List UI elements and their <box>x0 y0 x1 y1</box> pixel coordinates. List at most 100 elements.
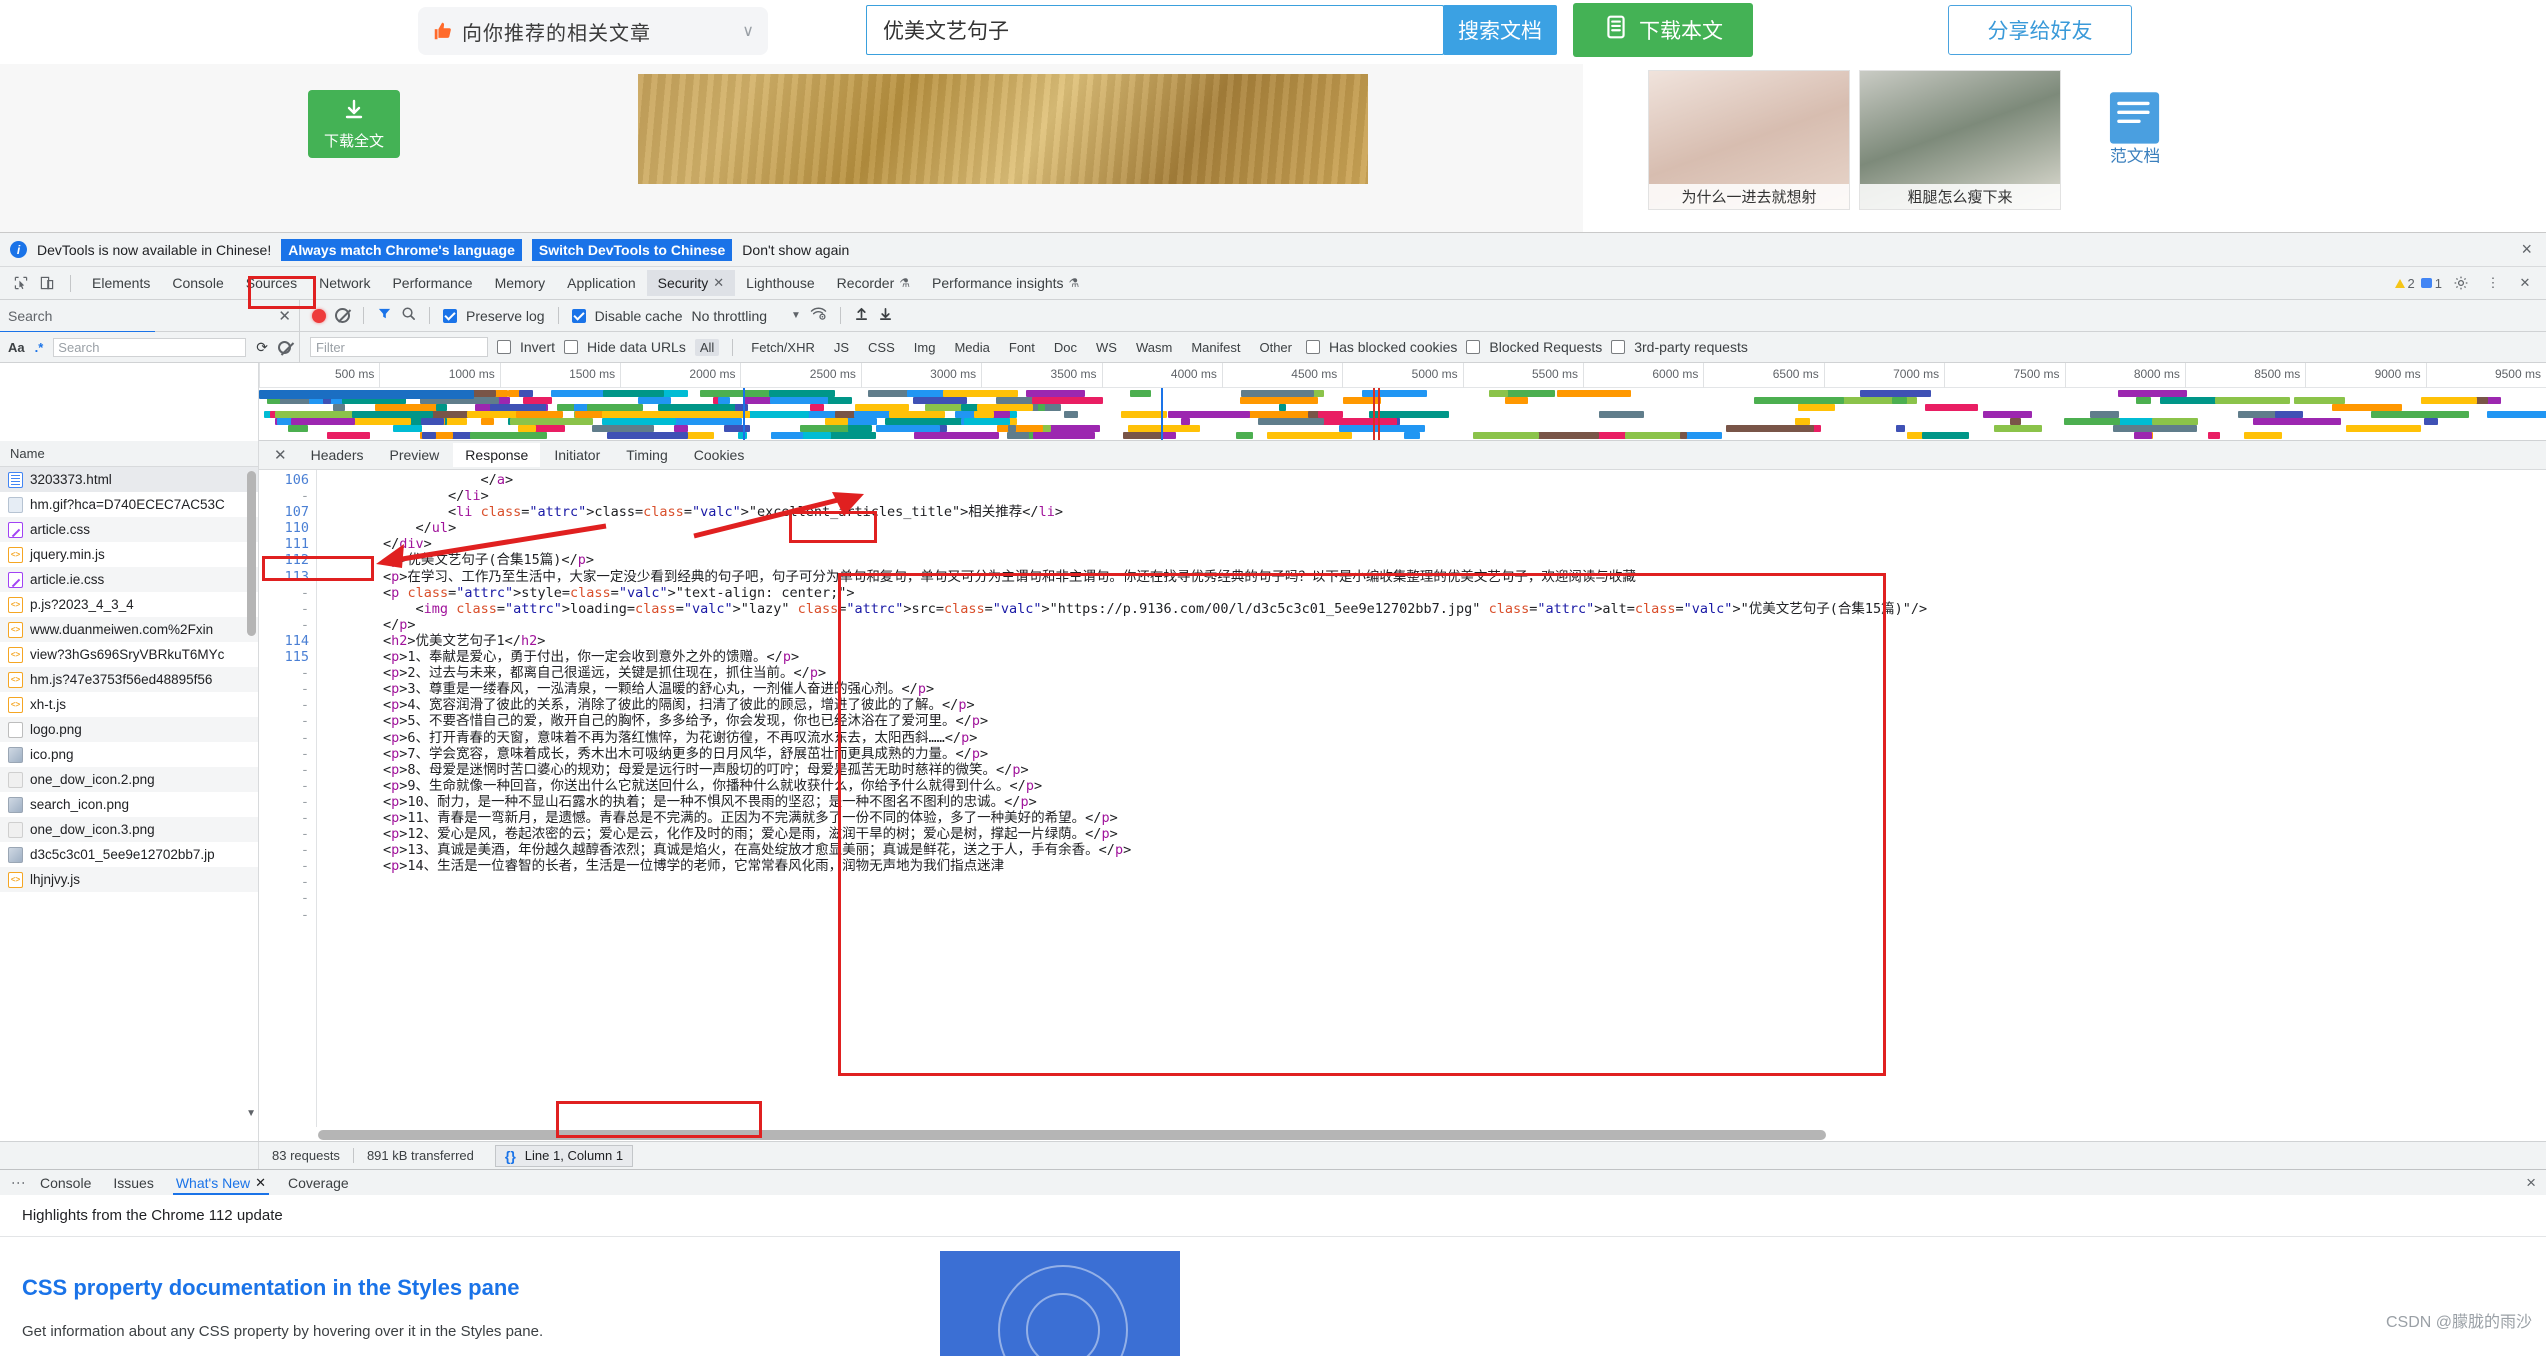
search-pane-close-icon[interactable]: ✕ <box>278 307 291 325</box>
issues-badge[interactable]: 1 <box>2421 276 2442 291</box>
drawer-close-icon[interactable]: × <box>2526 1173 2546 1193</box>
response-source-code[interactable]: </a> </li> <li class="attrc">class=class… <box>318 470 2546 1127</box>
request-row[interactable]: one_dow_icon.3.png <box>0 817 258 842</box>
request-row[interactable]: <>hm.js?47e3753f56ed48895f56 <box>0 667 258 692</box>
request-row[interactable]: hm.gif?hca=D740ECEC7AC53C <box>0 492 258 517</box>
tab-memory[interactable]: Memory <box>484 270 557 296</box>
tab-timing[interactable]: Timing <box>614 443 680 467</box>
has-blocked-cookies-checkbox[interactable] <box>1306 340 1320 354</box>
banner-close-icon[interactable]: × <box>2521 239 2536 260</box>
doc-badge-icon[interactable]: 范文档 <box>2105 90 2173 166</box>
response-body-viewer[interactable]: 106-107110111112113---114115------------… <box>259 470 2546 1127</box>
always-match-language-button[interactable]: Always match Chrome's language <box>281 239 522 261</box>
request-row[interactable]: <>jquery.min.js <box>0 542 258 567</box>
funnel-icon[interactable] <box>377 306 392 325</box>
regex-icon[interactable]: .* <box>35 340 44 355</box>
throttling-select[interactable]: No throttling ▼ <box>692 308 801 324</box>
hide-data-urls-checkbox[interactable] <box>564 340 578 354</box>
tab-lighthouse[interactable]: Lighthouse <box>735 270 826 296</box>
third-party-requests-checkbox[interactable] <box>1611 340 1625 354</box>
filter-type-fetch-xhr[interactable]: Fetch/XHR <box>746 339 820 356</box>
site-search-button[interactable]: 搜索文档 <box>1443 5 1557 55</box>
drawer-tab-whats-new[interactable]: What's New ✕ <box>165 1172 277 1194</box>
match-case-icon[interactable]: Aa <box>8 340 25 355</box>
pretty-print-icon[interactable]: {} <box>505 1148 516 1164</box>
filter-type-media[interactable]: Media <box>949 339 994 356</box>
tab-sources[interactable]: Sources <box>235 270 308 296</box>
filter-input[interactable]: Filter <box>310 337 488 357</box>
import-har-icon[interactable] <box>854 306 869 325</box>
thumbnail-item[interactable]: 为什么一进去就想射 <box>1648 70 1850 210</box>
tab-application[interactable]: Application <box>556 270 647 296</box>
close-icon[interactable]: ✕ <box>713 275 724 291</box>
tab-network[interactable]: Network <box>308 270 381 296</box>
request-row[interactable]: article.ie.css <box>0 567 258 592</box>
tab-console[interactable]: Console <box>161 270 234 296</box>
tab-elements[interactable]: Elements <box>81 270 161 296</box>
invert-checkbox[interactable] <box>497 340 511 354</box>
disable-cache-checkbox[interactable] <box>572 309 586 323</box>
request-row[interactable]: one_dow_icon.2.png <box>0 767 258 792</box>
filter-type-doc[interactable]: Doc <box>1049 339 1082 356</box>
inspect-cursor-icon[interactable] <box>8 271 34 295</box>
clear-search-icon[interactable] <box>278 341 291 354</box>
tab-security[interactable]: Security ✕ <box>647 270 735 296</box>
scrollbar-thumb[interactable] <box>318 1130 1826 1140</box>
filter-type-wasm[interactable]: Wasm <box>1131 339 1177 356</box>
share-button[interactable]: 分享给好友 <box>1948 5 2132 55</box>
request-row[interactable]: <>lhjnjvy.js <box>0 867 258 892</box>
close-icon[interactable]: ✕ <box>2512 271 2538 295</box>
tab-headers[interactable]: Headers <box>299 443 376 467</box>
horizontal-scrollbar[interactable] <box>318 1130 2536 1140</box>
search-icon[interactable] <box>401 306 416 325</box>
switch-to-chinese-button[interactable]: Switch DevTools to Chinese <box>532 239 732 261</box>
drawer-tab-coverage[interactable]: Coverage <box>277 1172 360 1194</box>
warnings-badge[interactable]: 2 <box>2395 276 2415 291</box>
whats-new-heading[interactable]: CSS property documentation in the Styles… <box>22 1275 2546 1301</box>
detail-close-icon[interactable]: ✕ <box>264 446 297 464</box>
filter-type-img[interactable]: Img <box>909 339 941 356</box>
drawer-tab-console[interactable]: Console <box>29 1172 102 1194</box>
drawer-tab-issues[interactable]: Issues <box>102 1172 164 1194</box>
tab-initiator[interactable]: Initiator <box>542 443 612 467</box>
request-row[interactable]: <>xh-t.js <box>0 692 258 717</box>
download-full-button[interactable]: 下载全文 <box>308 90 400 158</box>
scroll-down-icon[interactable]: ▼ <box>246 1108 256 1119</box>
site-search-input[interactable]: 优美文艺句子 <box>866 5 1444 55</box>
filter-type-other[interactable]: Other <box>1254 339 1297 356</box>
filter-type-ws[interactable]: WS <box>1091 339 1122 356</box>
request-row[interactable]: 3203373.html <box>0 467 258 492</box>
request-row[interactable]: <>view?3hGs696SryVBRkuT6MYc <box>0 642 258 667</box>
preserve-log-checkbox[interactable] <box>443 309 457 323</box>
filter-type-css[interactable]: CSS <box>863 339 900 356</box>
tab-performance-insights[interactable]: Performance insights ⚗ <box>921 270 1090 296</box>
tab-cookies[interactable]: Cookies <box>682 443 757 467</box>
filter-type-all[interactable]: All <box>695 339 719 356</box>
cursor-position-indicator[interactable]: {} Line 1, Column 1 <box>495 1145 633 1167</box>
request-row[interactable]: ico.png <box>0 742 258 767</box>
blocked-requests-checkbox[interactable] <box>1466 340 1480 354</box>
filter-type-font[interactable]: Font <box>1004 339 1040 356</box>
close-icon[interactable]: ✕ <box>255 1175 266 1191</box>
search-input[interactable]: Search <box>53 338 246 357</box>
request-row[interactable]: <>p.js?2023_4_3_4 <box>0 592 258 617</box>
request-row[interactable]: article.css <box>0 517 258 542</box>
export-har-icon[interactable] <box>878 306 893 325</box>
recommend-articles-dropdown[interactable]: 向你推荐的相关文章 ∨ <box>418 7 768 55</box>
kebab-icon[interactable]: ⋮ <box>2480 271 2506 295</box>
network-conditions-icon[interactable] <box>810 306 827 325</box>
request-row[interactable]: d3c5c3c01_5ee9e12702bb7.jp <box>0 842 258 867</box>
tab-response[interactable]: Response <box>453 443 540 467</box>
clear-icon[interactable] <box>335 308 350 323</box>
filter-type-js[interactable]: JS <box>829 339 854 356</box>
dont-show-again-button[interactable]: Don't show again <box>742 242 849 258</box>
request-row[interactable]: search_icon.png <box>0 792 258 817</box>
refresh-icon[interactable]: ⟳ <box>256 339 268 356</box>
device-toolbar-icon[interactable] <box>34 271 60 295</box>
vertical-scrollbar[interactable] <box>247 471 256 636</box>
thumbnail-item[interactable]: 粗腿怎么瘦下来 <box>1859 70 2061 210</box>
request-rows[interactable]: 3203373.htmlhm.gif?hca=D740ECEC7AC53Cart… <box>0 467 258 1141</box>
tab-recorder[interactable]: Recorder ⚗ <box>826 270 921 296</box>
request-row[interactable]: <>www.duanmeiwen.com%2Fxin <box>0 617 258 642</box>
tab-preview[interactable]: Preview <box>378 443 452 467</box>
